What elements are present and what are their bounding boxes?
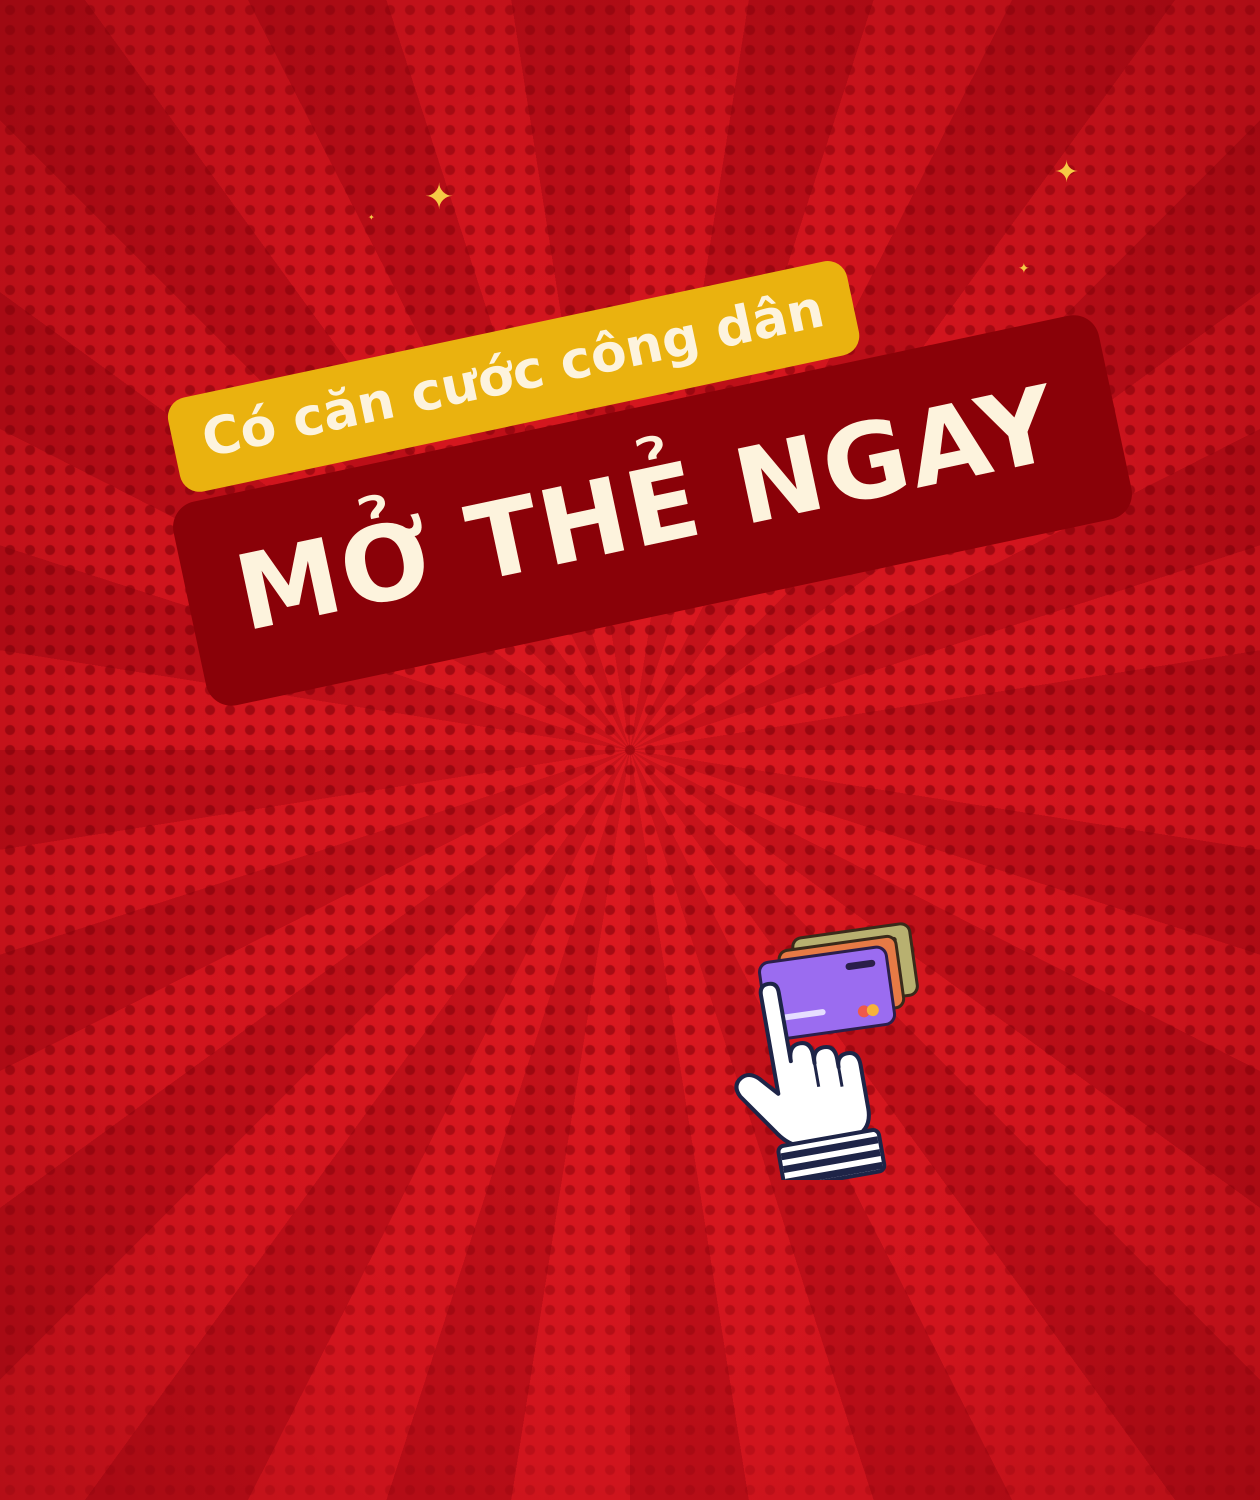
sparkle-icon: ✦: [368, 213, 375, 222]
sparkle-icon: ✦: [424, 177, 455, 218]
hand-tapping-cards-icon: [720, 920, 930, 1190]
